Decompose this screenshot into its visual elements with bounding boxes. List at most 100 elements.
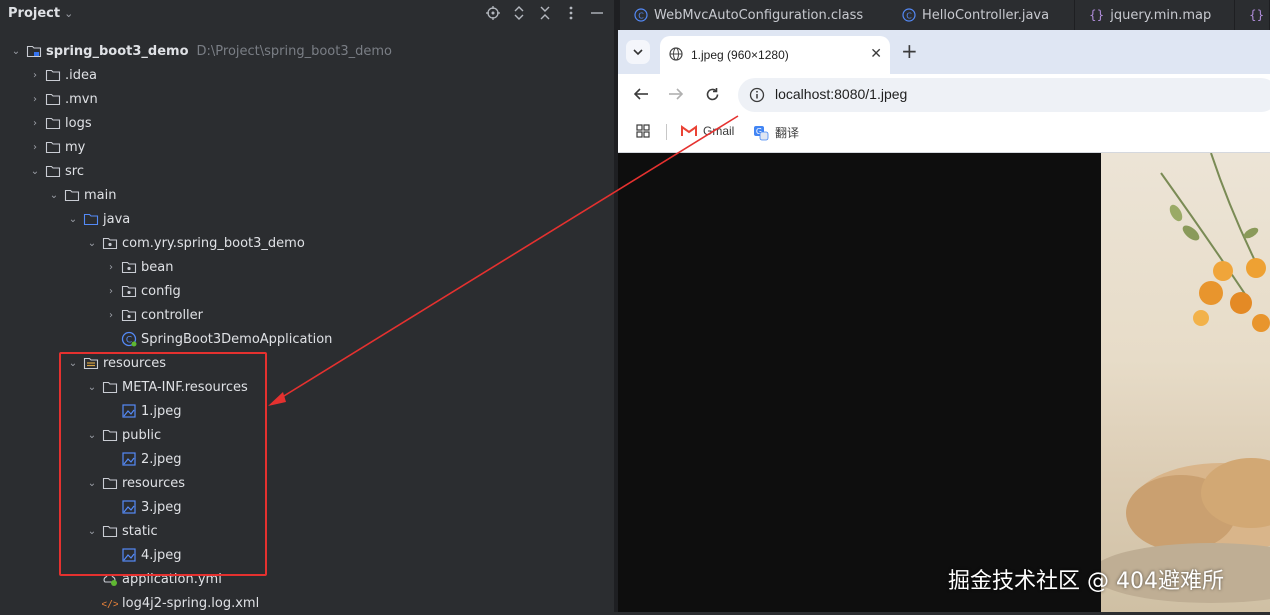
- collapse-all-icon[interactable]: [536, 4, 554, 22]
- svg-text:C: C: [126, 336, 132, 346]
- reload-icon: [706, 87, 718, 100]
- forward-button[interactable]: [665, 83, 687, 105]
- bookmark-translate[interactable]: G 翻译: [753, 124, 799, 141]
- address-bar[interactable]: localhost:8080/1.jpeg: [738, 78, 1270, 112]
- tree-item-label: src: [65, 163, 84, 179]
- root-project-path: D:\Project\spring_boot3_demo: [196, 43, 393, 59]
- tree-item-label: SpringBoot3DemoApplication: [141, 331, 333, 347]
- tree-item-mvn[interactable]: › .mvn: [27, 87, 98, 111]
- apps-grid-button[interactable]: [636, 124, 650, 138]
- tab-hello-controller[interactable]: C HelloController.java: [888, 0, 1075, 30]
- tree-item-label: logs: [65, 115, 92, 131]
- chevron-right-icon[interactable]: ›: [103, 259, 119, 275]
- chevron-down-icon[interactable]: ⌄: [8, 43, 24, 59]
- package-icon: [121, 259, 137, 275]
- package-icon: [102, 235, 118, 251]
- chevron-down-icon[interactable]: ⌄: [46, 187, 62, 203]
- site-info-icon[interactable]: [749, 87, 765, 107]
- chevron-right-icon[interactable]: ›: [27, 115, 43, 131]
- tree-item-label: main: [84, 187, 117, 203]
- new-tab-button[interactable]: +: [901, 39, 918, 63]
- spring-boot-class-icon: C: [121, 331, 137, 347]
- svg-text:C: C: [906, 12, 912, 21]
- svg-text:</>: </>: [102, 599, 118, 610]
- browser-tab-strip: 1.jpeg (960×1280) ✕ +: [618, 30, 1270, 74]
- xml-file-icon: </>: [102, 595, 118, 611]
- chevron-down-icon[interactable]: ⌄: [27, 163, 43, 179]
- globe-icon: [669, 46, 683, 65]
- chevron-right-icon[interactable]: ›: [27, 91, 43, 107]
- arrow-right-icon: [669, 88, 684, 100]
- back-button[interactable]: [630, 83, 652, 105]
- tab-webmvc-autoconfiguration[interactable]: C WebMvcAutoConfiguration.class: [620, 0, 890, 30]
- arrow-left-icon: [633, 88, 648, 100]
- bookmarks-divider: [666, 124, 667, 140]
- tab-jquery-min-map[interactable]: {} jquery.min.map: [1075, 0, 1235, 30]
- expand-all-icon[interactable]: [510, 4, 528, 22]
- browser-window: 1.jpeg (960×1280) ✕ + localhost:8080/1.j…: [618, 30, 1270, 612]
- json-file-icon: {}: [1249, 8, 1265, 22]
- annotation-highlight-box: [59, 352, 267, 576]
- page-viewport: [618, 153, 1270, 612]
- project-title: Project: [8, 6, 61, 21]
- chevron-right-icon[interactable]: ›: [103, 283, 119, 299]
- tree-item-label: com.yry.spring_boot3_demo: [122, 235, 305, 251]
- json-file-icon: {}: [1089, 8, 1105, 22]
- gmail-icon: [681, 125, 697, 136]
- tree-item-package[interactable]: ⌄ com.yry.spring_boot3_demo: [84, 231, 305, 255]
- apps-grid-icon: [636, 124, 650, 138]
- bookmark-gmail[interactable]: Gmail: [681, 124, 734, 138]
- tree-item-root[interactable]: ⌄ spring_boot3_demo D:\Project\spring_bo…: [8, 39, 392, 63]
- tree-item-label: .mvn: [65, 91, 98, 107]
- tab-label: HelloController.java: [922, 7, 1050, 23]
- folder-icon: [64, 187, 80, 203]
- watermark-text: 掘金技术社区 @ 404避难所: [948, 569, 1224, 594]
- class-icon: C: [634, 8, 648, 22]
- chevron-down-icon: ⌄: [64, 7, 74, 20]
- tree-item-logs[interactable]: › logs: [27, 111, 92, 135]
- editor-tab-bar: C WebMvcAutoConfiguration.class C HelloC…: [618, 0, 1270, 30]
- more-options-icon[interactable]: [562, 4, 580, 22]
- tree-item-java[interactable]: ⌄ java: [65, 207, 130, 231]
- tree-item-controller[interactable]: › controller: [103, 303, 203, 327]
- tree-item-label: bean: [141, 259, 174, 275]
- locate-file-icon[interactable]: [484, 4, 502, 22]
- tree-item-my[interactable]: › my: [27, 135, 85, 159]
- tree-item-bean[interactable]: › bean: [103, 255, 173, 279]
- folder-icon: [45, 67, 61, 83]
- reload-button[interactable]: [701, 83, 723, 105]
- tree-item-label: java: [103, 211, 131, 227]
- project-panel-header: Project ⌄: [0, 0, 618, 28]
- browser-tab-active[interactable]: 1.jpeg (960×1280) ✕: [660, 36, 890, 74]
- chevron-right-icon[interactable]: ›: [103, 307, 119, 323]
- tree-item-label: config: [141, 283, 181, 299]
- folder-icon: [45, 139, 61, 155]
- class-icon: C: [902, 8, 916, 22]
- tab-search-button[interactable]: [626, 40, 650, 64]
- bookmarks-bar: Gmail G 翻译: [618, 114, 1270, 153]
- tree-item-label: my: [65, 139, 86, 155]
- flower-photo: [1101, 153, 1270, 603]
- browser-tab-title: 1.jpeg (960×1280): [691, 48, 789, 62]
- folder-icon: [45, 115, 61, 131]
- translate-icon: G: [754, 125, 769, 140]
- tree-item-idea[interactable]: › .idea: [27, 63, 97, 87]
- chevron-right-icon[interactable]: ›: [27, 67, 43, 83]
- browser-toolbar: localhost:8080/1.jpeg: [618, 74, 1270, 114]
- svg-text:C: C: [638, 12, 644, 21]
- tab-js-partial[interactable]: {} js: [1235, 0, 1270, 30]
- project-panel: Project ⌄ ⌄ spring_boot3_demo D:\Project…: [0, 0, 618, 612]
- tree-item-main[interactable]: ⌄ main: [46, 183, 117, 207]
- tree-item-config[interactable]: › config: [103, 279, 181, 303]
- root-project-name: spring_boot3_demo: [46, 43, 189, 59]
- package-icon: [121, 307, 137, 323]
- close-icon[interactable]: ✕: [870, 46, 882, 62]
- chevron-right-icon[interactable]: ›: [27, 139, 43, 155]
- minimize-icon[interactable]: [588, 4, 606, 22]
- project-view-selector[interactable]: Project ⌄: [8, 6, 73, 21]
- tree-item-log4j2-xml[interactable]: </> log4j2-spring.log.xml: [84, 591, 259, 615]
- chevron-down-icon[interactable]: ⌄: [65, 211, 81, 227]
- tree-item-application-class[interactable]: C SpringBoot3DemoApplication: [103, 327, 332, 351]
- chevron-down-icon[interactable]: ⌄: [84, 235, 100, 251]
- tree-item-src[interactable]: ⌄ src: [27, 159, 84, 183]
